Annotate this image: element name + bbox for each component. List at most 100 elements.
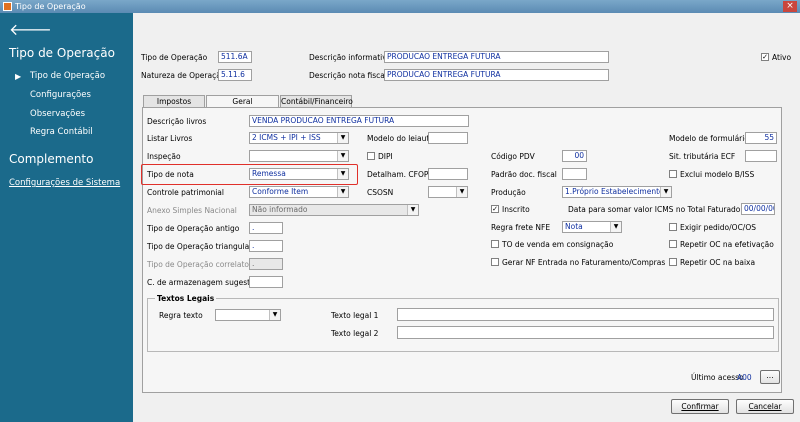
confirm-button[interactable]: Confirmar [671, 399, 729, 414]
sidebar-section-title: Tipo de Operação [9, 46, 115, 60]
geral-panel: Descrição livros VENDA PRODUCAO ENTREGA … [141, 107, 782, 393]
producao-value: 1.Próprio Estabelecimento [565, 187, 664, 196]
title-bar: Tipo de Operação × [0, 0, 800, 13]
tipo-nota-label: Tipo de nota [147, 170, 194, 179]
sidebar-item-tipo-operacao[interactable]: Tipo de Operação [30, 71, 105, 81]
listar-livros-label: Listar Livros [147, 134, 193, 143]
window-title: Tipo de Operação [15, 2, 86, 11]
tipo-antigo-label: Tipo de Operação antigo [147, 224, 240, 233]
main-area: Tipo de Operação 511.6A Natureza de Oper… [133, 13, 800, 422]
cancel-button[interactable]: Cancelar [736, 399, 794, 414]
tab-contabil-financeiro[interactable]: Contábil/Financeiro [280, 95, 353, 107]
descricao-nota-fiscal-label: Descrição nota fiscal [309, 71, 387, 80]
tipo-antigo-input[interactable]: . [249, 222, 283, 234]
exigir-pedido-checkbox[interactable] [669, 223, 677, 231]
listar-livros-value: 2 ICMS + IPI + ISS [252, 133, 321, 142]
repetir-oc-baixa-checkbox[interactable] [669, 258, 677, 266]
regra-frete-select[interactable]: Nota ▼ [562, 221, 622, 233]
regra-frete-label: Regra frete NFE [491, 223, 551, 232]
modelo-formulario-label: Modelo de formulário [669, 134, 749, 143]
close-icon[interactable]: × [783, 1, 797, 12]
sit-tributaria-ecf-input[interactable] [745, 150, 777, 162]
chevron-down-icon: ▼ [610, 222, 621, 232]
natureza-operacao-input[interactable]: 5.11.6 [218, 69, 252, 81]
tipo-nota-select[interactable]: Remessa ▼ [249, 168, 349, 180]
exclui-modelo-checkbox[interactable] [669, 170, 677, 178]
controle-patrimonial-select[interactable]: Conforme Item ▼ [249, 186, 349, 198]
repetir-oc-baixa-label: Repetir OC na baixa [680, 258, 756, 267]
active-pointer-icon: ▶ [15, 72, 22, 81]
anexo-simples-select: Não informado ▼ [249, 204, 419, 216]
modelo-leiaute-input[interactable] [428, 132, 468, 144]
listar-livros-select[interactable]: 2 ICMS + IPI + ISS ▼ [249, 132, 349, 144]
inscrito-checkbox[interactable]: ✓ [491, 205, 499, 213]
tipo-triangular-label: Tipo de Operação triangular [147, 242, 253, 251]
textos-legais-title: Textos Legais [155, 294, 217, 303]
repetir-oc-efetivacao-label: Repetir OC na efetivação [680, 240, 774, 249]
chevron-down-icon: ▼ [337, 187, 348, 197]
producao-label: Produção [491, 188, 526, 197]
descricao-nota-fiscal-input[interactable]: PRODUCAO ENTREGA FUTURA [384, 69, 609, 81]
detalham-cfop-label: Detalham. CFOP [367, 170, 429, 179]
exclui-modelo-label: Exclui modelo B/ISS [680, 170, 755, 179]
textos-legais-group [147, 298, 779, 352]
texto-legal-2-label: Texto legal 2 [331, 329, 379, 338]
tab-impostos[interactable]: Impostos [143, 95, 205, 107]
chevron-down-icon: ▼ [337, 133, 348, 143]
dipi-checkbox[interactable] [367, 152, 375, 160]
tipo-triangular-input[interactable]: . [249, 240, 283, 252]
ativo-checkbox[interactable]: ✓ [761, 53, 769, 61]
regra-frete-value: Nota [565, 222, 583, 231]
cancel-label: Cancelar [748, 402, 782, 411]
back-arrow-icon[interactable]: 🡐 [9, 19, 52, 39]
csosn-select[interactable]: ▼ [428, 186, 468, 198]
detalham-cfop-input[interactable] [428, 168, 468, 180]
descricao-informativa-label: Descrição informativa [309, 53, 392, 62]
padrao-doc-fiscal-label: Padrão doc. fiscal [491, 170, 557, 179]
armazenagem-input[interactable] [249, 276, 283, 288]
sit-tributaria-ecf-label: Sit. tributária ECF [669, 152, 736, 161]
data-somar-icms-label: Data para somar valor ICMS no Total Fatu… [568, 205, 741, 214]
regra-texto-select[interactable]: ▼ [215, 309, 281, 321]
sidebar-item-regra-contabil[interactable]: Regra Contábil [30, 127, 93, 137]
sidebar-link-configuracoes-sistema[interactable]: Configurações de Sistema [9, 178, 120, 188]
to-venda-checkbox[interactable] [491, 240, 499, 248]
app-icon [3, 2, 12, 11]
sidebar-item-configuracoes[interactable]: Configurações [30, 90, 91, 100]
sidebar-item-observacoes[interactable]: Observações [30, 109, 85, 119]
sidebar: 🡐 Tipo de Operação ▶ Tipo de Operação Co… [0, 13, 133, 422]
texto-legal-2-input[interactable] [397, 326, 774, 339]
inspecao-label: Inspeção [147, 152, 181, 161]
repetir-oc-efetivacao-checkbox[interactable] [669, 240, 677, 248]
modelo-leiaute-label: Modelo do leiaute [367, 134, 434, 143]
descricao-livros-input[interactable]: VENDA PRODUCAO ENTREGA FUTURA [249, 115, 469, 127]
descricao-informativa-input[interactable]: PRODUCAO ENTREGA FUTURA [384, 51, 609, 63]
controle-patrimonial-value: Conforme Item [252, 187, 309, 196]
ultimo-acesso-value: A00 [737, 373, 752, 382]
texto-legal-1-input[interactable] [397, 308, 774, 321]
chevron-down-icon: ▼ [337, 169, 348, 179]
inscrito-label: Inscrito [502, 205, 530, 214]
data-somar-icms-input[interactable]: 00/00/00 [741, 203, 775, 215]
exigir-pedido-label: Exigir pedido/OC/OS [680, 223, 756, 232]
codigo-pdv-input[interactable]: 00 [562, 150, 587, 162]
inspecao-select[interactable]: ▼ [249, 150, 349, 162]
tipo-nota-value: Remessa [252, 169, 286, 178]
producao-select[interactable]: 1.Próprio Estabelecimento ▼ [562, 186, 672, 198]
ultimo-acesso-label: Último acesso [691, 373, 744, 382]
to-venda-label: TO de venda em consignação [502, 240, 614, 249]
confirm-label: Confirmar [681, 402, 719, 411]
dipi-label: DIPI [378, 152, 393, 161]
anexo-simples-value: Não informado [252, 205, 308, 214]
gerar-nf-checkbox[interactable] [491, 258, 499, 266]
padrao-doc-fiscal-input[interactable] [562, 168, 587, 180]
ativo-label: Ativo [772, 53, 792, 62]
sidebar-section-complemento: Complemento [9, 152, 94, 166]
chevron-down-icon: ▼ [660, 187, 671, 197]
modelo-formulario-input[interactable]: 55 [745, 132, 777, 144]
texto-legal-1-label: Texto legal 1 [331, 311, 379, 320]
ultimo-acesso-button[interactable]: ... [760, 370, 780, 384]
tipo-correlato-label: Tipo de Operação correlato [147, 260, 249, 269]
tipo-operacao-input[interactable]: 511.6A [218, 51, 252, 63]
chevron-down-icon: ▼ [407, 205, 418, 215]
